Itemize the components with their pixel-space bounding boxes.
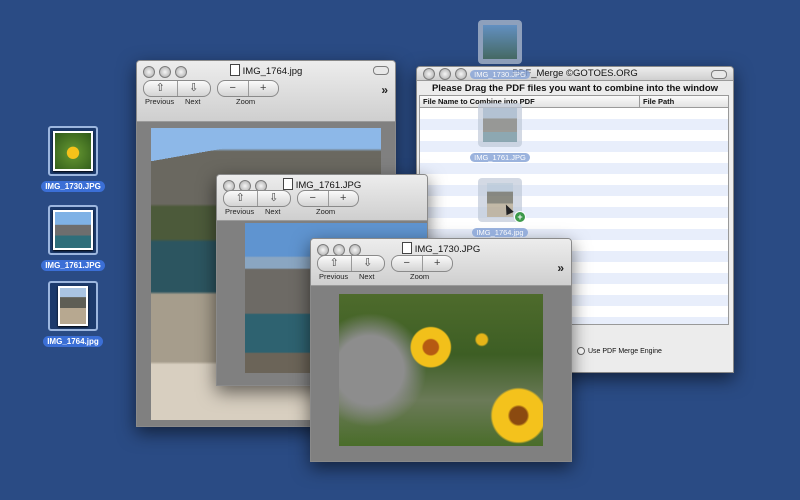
instruction-text: Please Drag the PDF files you want to co… xyxy=(431,83,719,94)
desktop-icon-label: IMG_1764.jpg xyxy=(43,336,103,347)
toolbar-overflow-icon[interactable]: » xyxy=(381,83,388,97)
previous-button[interactable]: ⇧ xyxy=(318,256,351,271)
next-label: Next xyxy=(359,272,375,281)
desktop-icon-label: IMG_1761.JPG xyxy=(41,260,105,271)
prev-next-control: ⇧ ⇩ xyxy=(143,80,211,97)
prev-next-control: ⇧ ⇩ xyxy=(317,255,385,272)
toolbar-overflow-icon[interactable]: » xyxy=(557,261,564,275)
image-canvas xyxy=(311,286,571,461)
zoom-control: − + xyxy=(391,255,453,272)
desktop-icon-img-1761[interactable]: IMG_1761.JPG xyxy=(33,205,113,273)
zoom-label: Zoom xyxy=(316,207,336,216)
zoom-out-button[interactable]: − xyxy=(392,256,422,271)
document-icon xyxy=(401,242,412,254)
prev-next-control: ⇧ ⇩ xyxy=(223,190,291,207)
next-button[interactable]: ⇩ xyxy=(350,256,385,271)
toolbar-toggle-button[interactable] xyxy=(711,70,727,79)
image-thumbnail-icon xyxy=(483,108,517,142)
drag-item-label: IMG_1730.JPG xyxy=(470,70,530,79)
image-thumbnail-icon xyxy=(48,126,98,176)
next-button[interactable]: ⇩ xyxy=(256,191,291,206)
photo-wildflowers xyxy=(339,294,543,446)
next-button[interactable]: ⇩ xyxy=(176,81,211,96)
document-icon xyxy=(282,178,293,190)
zoom-control: − + xyxy=(217,80,279,97)
previous-button[interactable]: ⇧ xyxy=(144,81,177,96)
previous-label: Previous xyxy=(319,272,349,281)
drag-item-1761: IMG_1761.JPG xyxy=(465,103,535,165)
image-thumbnail-icon xyxy=(483,25,517,59)
drag-item-label: IMG_1764.jpg xyxy=(472,228,528,237)
next-label: Next xyxy=(265,207,281,216)
document-icon xyxy=(229,64,240,76)
title-bar: IMG_1764.jpg ⇧ ⇩ Previous Next − + Zoom … xyxy=(137,61,395,122)
image-thumbnail-icon xyxy=(48,205,98,255)
drag-item-1764: + IMG_1764.jpg xyxy=(465,178,535,240)
radio-button[interactable] xyxy=(577,347,585,355)
previous-label: Previous xyxy=(145,97,175,106)
zoom-in-button[interactable]: + xyxy=(247,81,279,96)
toolbar-toggle-button[interactable] xyxy=(373,66,389,75)
image-thumbnail-icon xyxy=(48,281,98,331)
previous-label: Previous xyxy=(225,207,255,216)
engine-option[interactable]: Use PDF Merge Engine xyxy=(577,347,662,355)
engine-option-label: Use PDF Merge Engine xyxy=(588,347,662,355)
next-label: Next xyxy=(185,97,201,106)
desktop-icon-label: IMG_1730.JPG xyxy=(41,181,105,192)
zoom-control: − + xyxy=(297,190,359,207)
copy-badge-icon: + xyxy=(514,211,526,223)
window-title: IMG_1764.jpg xyxy=(242,66,303,77)
zoom-label: Zoom xyxy=(236,97,256,106)
previous-button[interactable]: ⇧ xyxy=(224,191,257,206)
zoom-out-button[interactable]: − xyxy=(218,81,248,96)
zoom-label: Zoom xyxy=(410,272,430,281)
drag-item-1730: IMG_1730.JPG xyxy=(465,20,535,82)
column-header-file-path[interactable]: File Path xyxy=(640,96,674,107)
desktop-icon-img-1730[interactable]: IMG_1730.JPG xyxy=(33,126,113,194)
zoom-in-button[interactable]: + xyxy=(327,191,359,206)
desktop-icon-img-1764[interactable]: IMG_1764.jpg xyxy=(33,281,113,349)
image-viewer-window-1730: IMG_1730.JPG ⇧ ⇩ Previous Next − + Zoom … xyxy=(310,238,572,462)
zoom-out-button[interactable]: − xyxy=(298,191,328,206)
title-bar: IMG_1761.JPG ⇧ ⇩ Previous Next − + Zoom xyxy=(217,175,427,221)
window-title: IMG_1730.JPG xyxy=(414,244,481,255)
title-bar: IMG_1730.JPG ⇧ ⇩ Previous Next − + Zoom … xyxy=(311,239,571,286)
drag-item-label: IMG_1761.JPG xyxy=(470,153,530,162)
zoom-in-button[interactable]: + xyxy=(421,256,453,271)
